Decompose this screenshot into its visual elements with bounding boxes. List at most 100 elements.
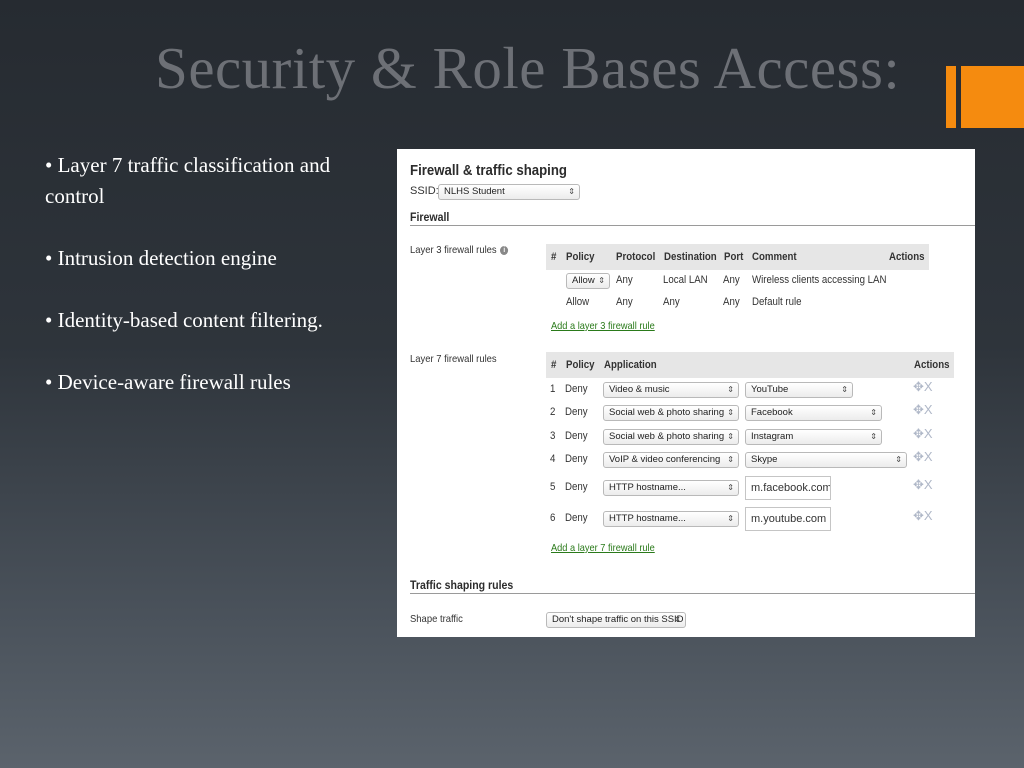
select-arrows-icon: ⇕: [727, 432, 734, 441]
layer3-port: Any: [723, 296, 740, 308]
ssid-select-value: NLHS Student: [444, 186, 505, 197]
row-actions: ✥X: [913, 508, 933, 524]
select-arrows-icon: ⇕: [727, 385, 734, 394]
layer3-protocol: Any: [616, 296, 633, 308]
info-icon[interactable]: i: [500, 245, 509, 255]
layer7-table-header: # Policy Application Actions: [546, 352, 954, 378]
application-select-value: Social web & photo sharing: [609, 431, 725, 442]
move-handle-icon[interactable]: ✥: [913, 477, 924, 492]
layer7-value-select[interactable]: YouTube ⇕: [745, 382, 853, 398]
col-header: Comment: [752, 251, 797, 263]
accent-bar: [946, 66, 956, 128]
firewall-screenshot: Firewall & traffic shaping SSID: NLHS St…: [397, 149, 975, 637]
application-select-value: HTTP hostname...: [609, 482, 686, 493]
bullet-item: • Intrusion detection engine: [45, 246, 277, 270]
select-arrows-icon: ⇕: [727, 483, 734, 492]
application-select-value: Video & music: [609, 384, 670, 395]
move-handle-icon[interactable]: ✥: [913, 402, 924, 417]
select-arrows-icon: ⇕: [870, 408, 877, 417]
col-header: #: [551, 251, 557, 263]
layer7-application-select[interactable]: Social web & photo sharing ⇕: [603, 405, 739, 421]
value-select-value: Instagram: [751, 431, 794, 442]
layer7-rule-number: 1: [550, 383, 556, 395]
hostname-input[interactable]: m.facebook.com: [745, 476, 831, 500]
layer7-policy: Deny: [565, 406, 588, 418]
bullet-item: • Identity-based content filtering.: [45, 308, 323, 332]
delete-icon[interactable]: X: [924, 379, 933, 394]
layer3-comment: Default rule: [752, 296, 802, 308]
firewall-heading: Firewall: [410, 210, 450, 224]
select-arrows-icon: ⇕: [727, 408, 734, 417]
section-divider: [410, 593, 975, 594]
layer7-rule-number: 4: [550, 453, 556, 465]
bullet-list: • Layer 7 traffic classification and con…: [45, 150, 390, 398]
layer7-rule-number: 3: [550, 430, 556, 442]
delete-icon[interactable]: X: [924, 426, 933, 441]
layer7-value-select[interactable]: Facebook ⇕: [745, 405, 882, 421]
layer3-destination: Local LAN: [663, 274, 708, 286]
layer3-label: Layer 3 firewall rules i: [410, 244, 509, 256]
col-header: Actions: [914, 359, 950, 371]
ssid-select[interactable]: NLHS Student ⇕: [438, 184, 580, 200]
ssid-label: SSID:: [410, 185, 439, 197]
select-arrows-icon: ⇕: [598, 276, 605, 285]
add-layer7-rule-link[interactable]: Add a layer 7 firewall rule: [551, 542, 655, 554]
layer7-rule-number: 2: [550, 406, 556, 418]
hostname-input[interactable]: m.youtube.com: [745, 507, 831, 531]
col-header: Policy: [566, 251, 595, 263]
col-header: Actions: [889, 251, 925, 263]
row-actions: ✥X: [913, 426, 933, 442]
col-header: #: [551, 359, 557, 371]
add-layer3-rule-link[interactable]: Add a layer 3 firewall rule: [551, 320, 655, 332]
delete-icon[interactable]: X: [924, 477, 933, 492]
shape-traffic-select[interactable]: Don't shape traffic on this SSID ⇕: [546, 612, 686, 628]
value-select-value: YouTube: [751, 384, 789, 395]
bullet-item: • Layer 7 traffic classification and con…: [45, 153, 331, 208]
bullet-item: • Device-aware firewall rules: [45, 370, 291, 394]
layer7-rule-number: 5: [550, 481, 556, 493]
row-actions: ✥X: [913, 477, 933, 493]
section-divider: [410, 225, 975, 226]
layer7-policy: Deny: [565, 512, 588, 524]
layer3-destination: Any: [663, 296, 680, 308]
value-select-value: Skype: [751, 454, 778, 465]
delete-icon[interactable]: X: [924, 402, 933, 417]
layer7-policy: Deny: [565, 453, 588, 465]
col-header: Port: [724, 251, 744, 263]
application-select-value: HTTP hostname...: [609, 513, 686, 524]
layer7-policy: Deny: [565, 383, 588, 395]
col-header: Policy: [566, 359, 595, 371]
select-arrows-icon: ⇕: [568, 187, 575, 196]
row-actions: ✥X: [913, 449, 933, 465]
select-arrows-icon: ⇕: [727, 455, 734, 464]
layer3-policy: Allow: [566, 296, 590, 308]
delete-icon[interactable]: X: [924, 508, 933, 523]
layer3-label-text: Layer 3 firewall rules: [410, 244, 497, 256]
layer7-rule-number: 6: [550, 512, 556, 524]
delete-icon[interactable]: X: [924, 449, 933, 464]
traffic-shaping-heading: Traffic shaping rules: [410, 578, 514, 592]
move-handle-icon[interactable]: ✥: [913, 426, 924, 441]
application-select-value: Social web & photo sharing: [609, 407, 725, 418]
select-arrows-icon: ⇕: [841, 385, 848, 394]
shape-traffic-select-value: Don't shape traffic on this SSID: [552, 614, 684, 625]
layer7-policy: Deny: [565, 430, 588, 442]
layer7-value-select[interactable]: Skype ⇕: [745, 452, 907, 468]
layer7-application-select[interactable]: HTTP hostname... ⇕: [603, 480, 739, 496]
move-handle-icon[interactable]: ✥: [913, 508, 924, 523]
layer7-value-select[interactable]: Instagram ⇕: [745, 429, 882, 445]
slide-title: Security & Role Bases Access:: [155, 35, 901, 101]
layer7-application-select[interactable]: Video & music ⇕: [603, 382, 739, 398]
layer7-application-select[interactable]: HTTP hostname... ⇕: [603, 511, 739, 527]
select-arrows-icon: ⇕: [895, 455, 902, 464]
layer3-policy-select[interactable]: Allow ⇕: [566, 273, 610, 289]
layer7-application-select[interactable]: Social web & photo sharing ⇕: [603, 429, 739, 445]
layer3-port: Any: [723, 274, 740, 286]
layer7-application-select[interactable]: VoIP & video conferencing ⇕: [603, 452, 739, 468]
select-arrows-icon: ⇕: [727, 514, 734, 523]
select-arrows-icon: ⇕: [870, 432, 877, 441]
move-handle-icon[interactable]: ✥: [913, 379, 924, 394]
col-header: Destination: [664, 251, 717, 263]
policy-select-value: Allow: [572, 275, 595, 286]
move-handle-icon[interactable]: ✥: [913, 449, 924, 464]
